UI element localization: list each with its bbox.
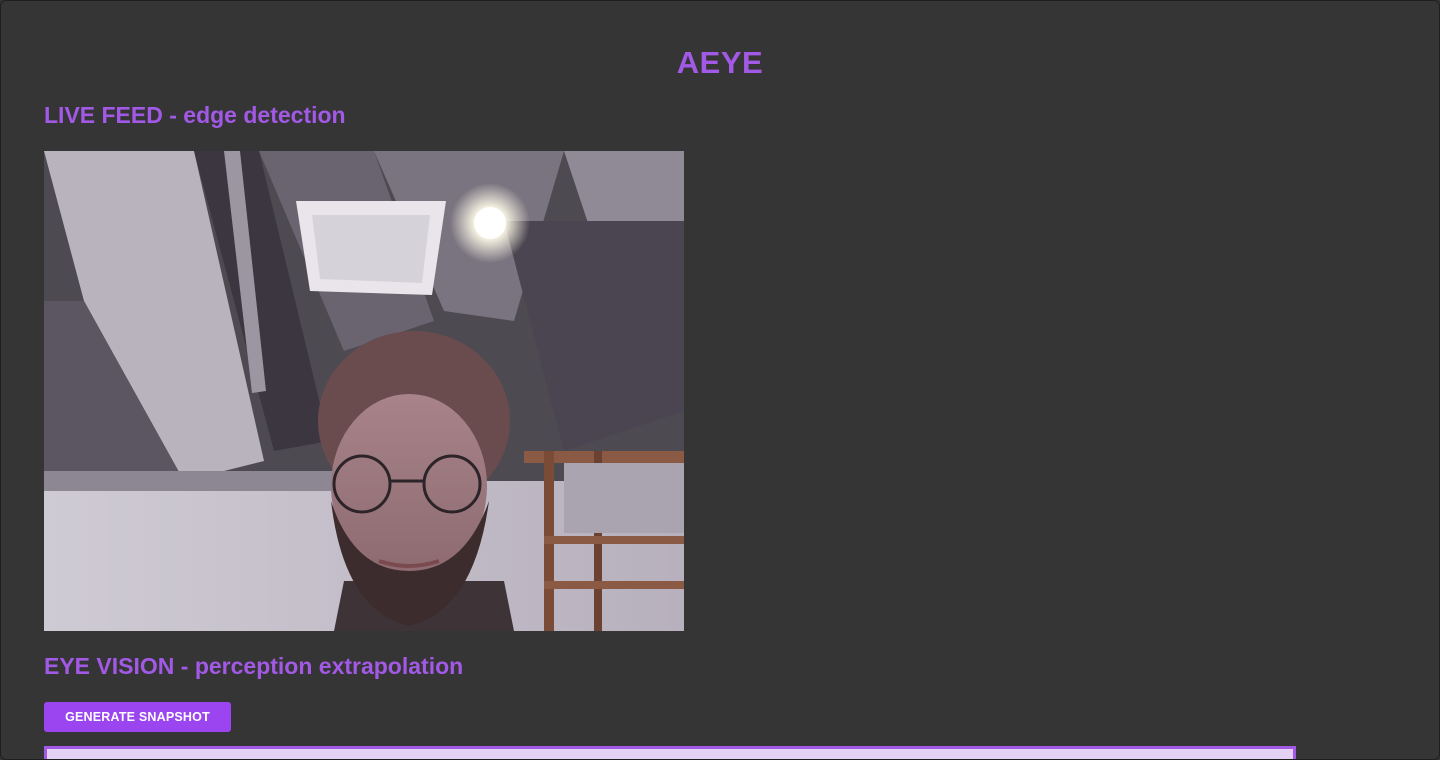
app-window: AEYE LIVE FEED - edge detection EYE VISI… xyxy=(0,0,1440,760)
live-feed-heading: LIVE FEED - edge detection xyxy=(44,102,346,128)
app-title: AEYE xyxy=(676,45,764,80)
snapshot-output-area xyxy=(44,746,1296,759)
live-feed-video xyxy=(44,151,684,631)
webcam-frame-image xyxy=(44,151,684,631)
generate-snapshot-button[interactable]: GENERATE SNAPSHOT xyxy=(44,702,231,732)
eye-vision-heading: EYE VISION - perception extrapolation xyxy=(44,653,464,679)
